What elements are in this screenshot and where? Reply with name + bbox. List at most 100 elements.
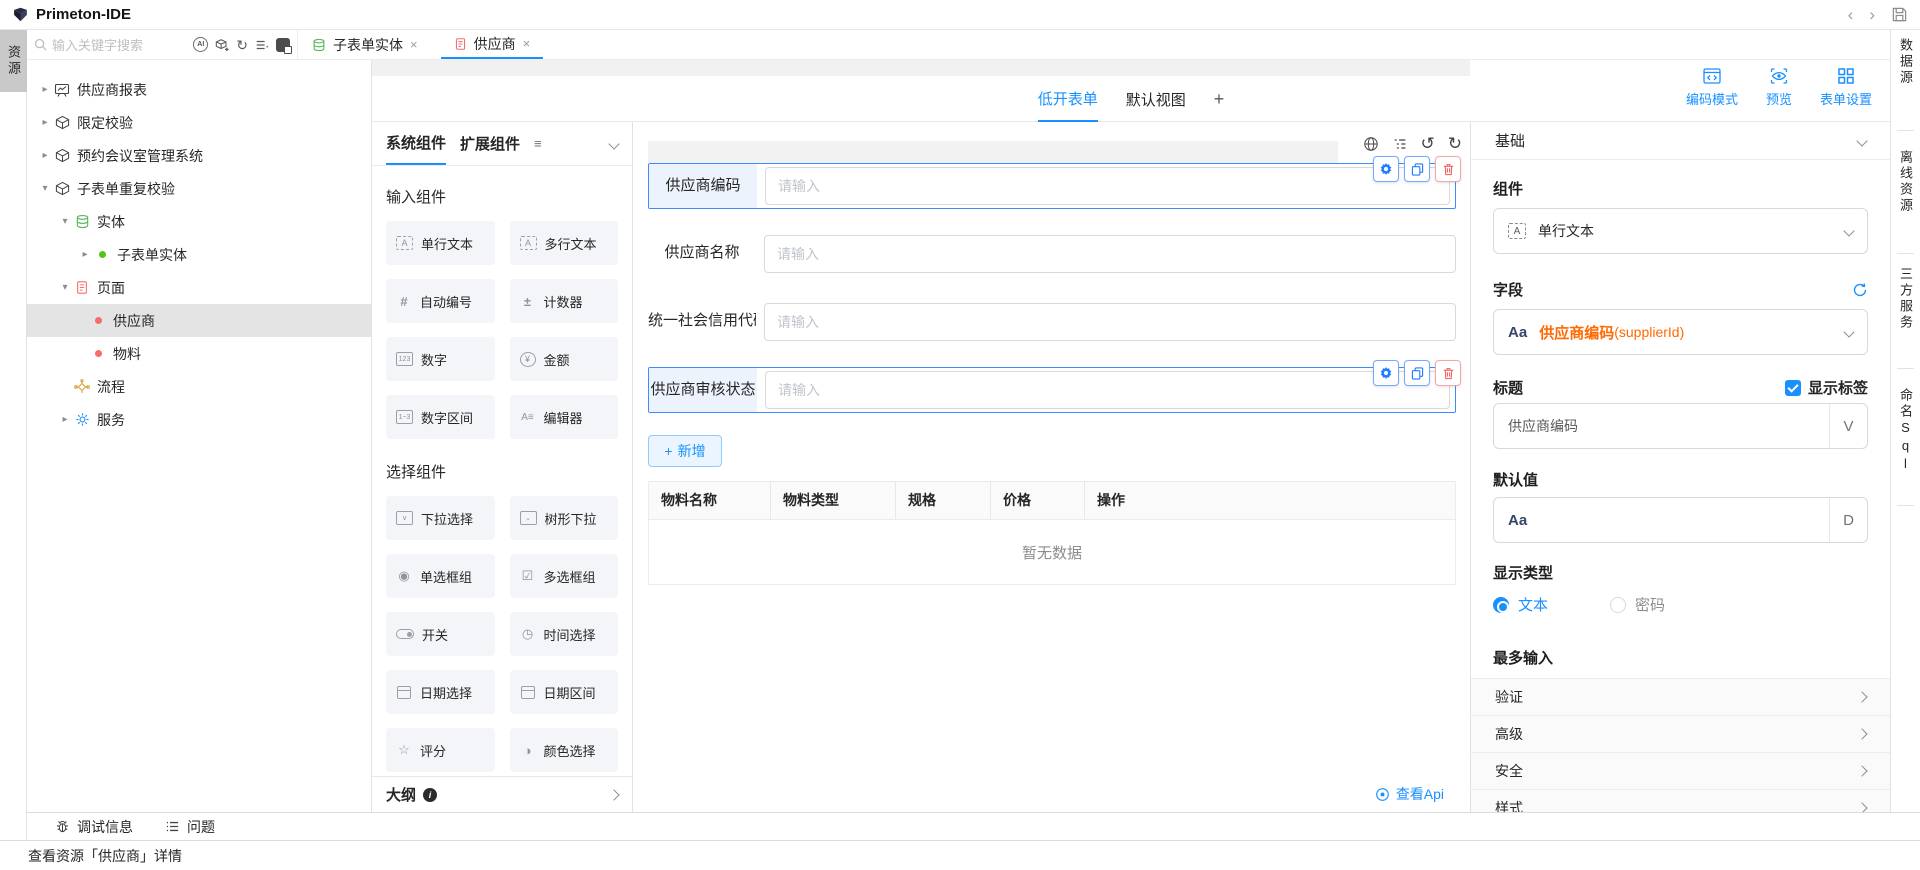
field-settings-button[interactable] [1373, 156, 1399, 182]
palette-item-date-range[interactable]: 日期区间 [510, 670, 619, 714]
code-mode-button[interactable]: 编码模式 [1686, 66, 1738, 108]
palette-item-radio-group[interactable]: ◉单选框组 [386, 554, 495, 598]
tree-item-services[interactable]: ▸ 服务 [27, 403, 371, 436]
tree-item-entities[interactable]: ▾ 实体 [27, 205, 371, 238]
save-icon[interactable] [1891, 6, 1908, 23]
outline-bar[interactable]: 大纲 i [372, 776, 632, 812]
field-sync-icon[interactable] [1852, 282, 1868, 298]
expander-collapsed-icon[interactable]: ▸ [37, 84, 53, 95]
palette-collapse-icon[interactable] [610, 122, 618, 165]
view-toggle-icon[interactable] [276, 38, 290, 52]
tree-item-pages[interactable]: ▾ 页面 [27, 271, 371, 304]
tree-item-limit-check[interactable]: ▸ 限定校验 [27, 106, 371, 139]
problems-tab[interactable]: 问题 [165, 817, 215, 837]
radio-password[interactable]: 密码 [1610, 594, 1665, 615]
tree-item-supplier[interactable]: 供应商 [27, 304, 371, 337]
field-settings-button[interactable] [1373, 360, 1399, 386]
tree-item-subform-entity[interactable]: ▸ 子表单实体 [27, 238, 371, 271]
ai-assistant-icon[interactable]: AI [193, 37, 208, 52]
dynamic-suffix-button[interactable]: D [1829, 498, 1867, 542]
radio-text[interactable]: 文本 [1493, 594, 1548, 615]
view-api-link[interactable]: 查看Api [1375, 784, 1444, 804]
form-field-supplier-name[interactable]: 供应商名称 请输入 [648, 231, 1456, 277]
form-field-audit-status[interactable]: 供应商审核状态 请输入 [648, 367, 1456, 413]
activity-tab-third-party-services[interactable]: 三方服务 [1891, 267, 1920, 331]
search-input[interactable]: 输入关键字搜索 [52, 35, 188, 54]
refresh-icon[interactable]: ↻ [236, 38, 248, 52]
add-row-button[interactable]: + 新增 [648, 435, 722, 467]
palette-item-auto-number[interactable]: #自动编号 [386, 279, 495, 323]
default-value-input[interactable]: Aa D [1493, 497, 1868, 543]
palette-item-date-picker[interactable]: 日期选择 [386, 670, 495, 714]
palette-item-amount[interactable]: ¥金额 [510, 337, 619, 381]
tree-item-report[interactable]: ▸ 供应商报表 [27, 73, 371, 106]
expander-collapsed-icon[interactable]: ▸ [37, 117, 53, 128]
nav-back-icon[interactable]: ‹ [1848, 6, 1854, 23]
outline-tree-icon[interactable] [1392, 136, 1408, 152]
editor-tab-subform-entity[interactable]: 子表单实体 × [299, 30, 431, 59]
expander-collapsed-icon[interactable]: ▸ [77, 249, 93, 260]
palette-item-color-picker[interactable]: ◑颜色选择 [510, 728, 619, 772]
show-label-checkbox[interactable]: 显示标签 [1785, 377, 1868, 398]
debug-info-tab[interactable]: 调试信息 [55, 817, 133, 837]
palette-item-switch[interactable]: 开关 [386, 612, 495, 656]
component-select[interactable]: A 单行文本 [1493, 208, 1868, 254]
tree-item-process[interactable]: 流程 [27, 370, 371, 403]
expander-expanded-icon[interactable]: ▾ [57, 216, 73, 227]
palette-item-multi-line-text[interactable]: A多行文本 [510, 221, 619, 265]
view-tab-default-view[interactable]: 默认视图 [1126, 76, 1186, 122]
outline-expand-icon[interactable] [610, 786, 618, 804]
palette-item-rating[interactable]: ☆评分 [386, 728, 495, 772]
props-group-validation[interactable]: 验证 [1471, 679, 1890, 716]
tree-item-material[interactable]: 物料 [27, 337, 371, 370]
expander-expanded-icon[interactable]: ▾ [57, 282, 73, 293]
preview-button[interactable]: 预览 [1766, 66, 1792, 108]
props-group-security[interactable]: 安全 [1471, 753, 1890, 790]
palette-tab-system[interactable]: 系统组件 [386, 122, 446, 165]
palette-item-checkbox-group[interactable]: ☑多选框组 [510, 554, 619, 598]
variable-suffix-button[interactable]: V [1829, 404, 1867, 448]
palette-menu-icon[interactable]: ≡ [534, 122, 542, 165]
form-field-credit-code[interactable]: 统一社会信用代码 请输入 [648, 299, 1456, 345]
field-select[interactable]: Aa 供应商编码 (supplierId) [1493, 309, 1868, 355]
field-input[interactable]: 请输入 [764, 235, 1456, 273]
redo-icon[interactable]: ↻ [1448, 135, 1462, 152]
props-section-basic[interactable]: 基础 [1471, 122, 1890, 160]
props-group-advanced[interactable]: 高级 [1471, 716, 1890, 753]
explorer-search-bar[interactable]: 输入关键字搜索 AI ↻ [27, 30, 297, 60]
field-copy-button[interactable] [1404, 360, 1430, 386]
undo-icon[interactable]: ↺ [1421, 135, 1435, 152]
activity-tab-offline-resources[interactable]: 离线资源 [1891, 150, 1920, 214]
field-delete-button[interactable] [1435, 156, 1461, 182]
activity-tab-named-sql[interactable]: 命名Sql [1891, 388, 1920, 474]
section-collapse-icon[interactable] [1856, 135, 1867, 146]
new-module-icon[interactable] [215, 38, 229, 52]
palette-item-number[interactable]: 123数字 [386, 337, 495, 381]
activity-tab-datasource[interactable]: 数据源 [1891, 38, 1920, 86]
palette-item-editor[interactable]: A≡编辑器 [510, 395, 619, 439]
palette-tab-extension[interactable]: 扩展组件 [460, 122, 520, 165]
i18n-globe-icon[interactable] [1363, 136, 1379, 152]
close-tab-icon[interactable]: × [523, 36, 531, 51]
view-tab-lowcode-form[interactable]: 低开表单 [1038, 76, 1098, 122]
activity-tab-resources[interactable]: 资源 [0, 30, 27, 92]
palette-item-counter[interactable]: ±计数器 [510, 279, 619, 323]
expander-expanded-icon[interactable]: ▾ [37, 183, 53, 194]
palette-item-single-line-text[interactable]: A单行文本 [386, 221, 495, 265]
field-input[interactable]: 请输入 [765, 371, 1450, 409]
form-settings-button[interactable]: 表单设置 [1820, 66, 1872, 108]
title-input[interactable]: 供应商编码 V [1493, 403, 1868, 449]
checkbox-checked-icon[interactable] [1785, 380, 1801, 396]
form-field-supplier-code[interactable]: 供应商编码 请输入 [648, 163, 1456, 209]
tree-item-meeting-system[interactable]: ▸ 预约会议室管理系统 [27, 139, 371, 172]
field-input[interactable]: 请输入 [765, 167, 1450, 205]
collapse-all-icon[interactable] [255, 38, 269, 52]
radio-unselected-icon[interactable] [1610, 597, 1626, 613]
field-copy-button[interactable] [1404, 156, 1430, 182]
nav-forward-icon[interactable]: › [1869, 6, 1875, 23]
field-input[interactable]: 请输入 [764, 303, 1456, 341]
palette-item-tree-select[interactable]: ⌄树形下拉 [510, 496, 619, 540]
tree-item-subform-check[interactable]: ▾ 子表单重复校验 [27, 172, 371, 205]
palette-item-time-picker[interactable]: ◷时间选择 [510, 612, 619, 656]
expander-collapsed-icon[interactable]: ▸ [37, 150, 53, 161]
